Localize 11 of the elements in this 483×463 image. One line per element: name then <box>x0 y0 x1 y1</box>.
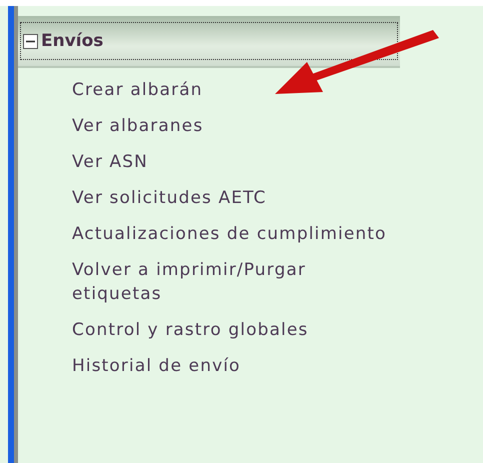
menu-link[interactable]: Crear albarán <box>72 78 392 102</box>
menu-link[interactable]: Actualizaciones de cumplimiento <box>72 222 392 246</box>
menu-link[interactable]: Ver solicitudes AETC <box>72 186 392 210</box>
section-header[interactable]: Envíos <box>18 16 400 68</box>
collapse-icon[interactable] <box>23 34 38 48</box>
menu-link[interactable]: Volver a imprimir/Purgar etiquetas <box>72 258 392 306</box>
menu-link[interactable]: Ver ASN <box>72 150 392 174</box>
menu-link[interactable]: Control y rastro globales <box>72 318 392 342</box>
section-title: Envíos <box>41 31 104 51</box>
menu-link[interactable]: Ver albaranes <box>72 114 392 138</box>
menu-link[interactable]: Historial de envío <box>72 354 392 378</box>
